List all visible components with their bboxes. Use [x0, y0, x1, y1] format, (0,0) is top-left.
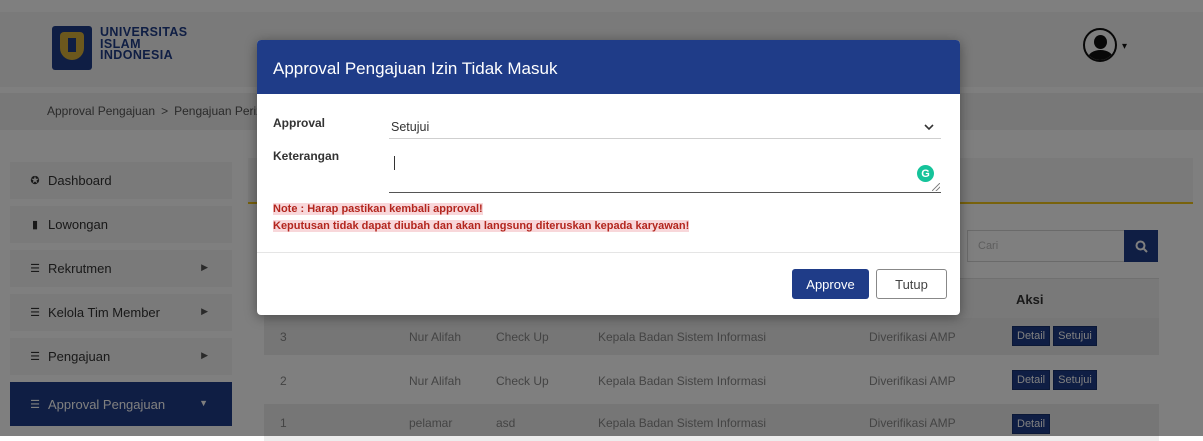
modal-header: Approval Pengajuan Izin Tidak Masuk — [257, 40, 960, 94]
approval-label: Approval — [273, 116, 326, 130]
approval-selected-value: Setujui — [391, 120, 430, 134]
keterangan-label: Keterangan — [273, 149, 340, 163]
text-cursor — [394, 156, 395, 170]
note-warning-line-1: Note : Harap pastikan kembali approval! — [273, 203, 483, 215]
approve-button[interactable]: Approve — [792, 269, 869, 299]
modal-title: Approval Pengajuan Izin Tidak Masuk — [273, 59, 558, 78]
resize-handle-icon[interactable] — [932, 183, 940, 191]
approval-select[interactable]: Setujui — [389, 114, 941, 139]
modal-footer-divider — [257, 252, 960, 253]
keterangan-adornments: G — [389, 148, 941, 192]
grammarly-icon[interactable]: G — [917, 165, 934, 182]
approval-modal: Approval Pengajuan Izin Tidak Masuk Appr… — [257, 40, 960, 315]
close-button[interactable]: Tutup — [876, 269, 947, 299]
note-warning-line-2: Keputusan tidak dapat diubah dan akan la… — [273, 220, 690, 232]
chevron-down-icon — [924, 124, 934, 131]
